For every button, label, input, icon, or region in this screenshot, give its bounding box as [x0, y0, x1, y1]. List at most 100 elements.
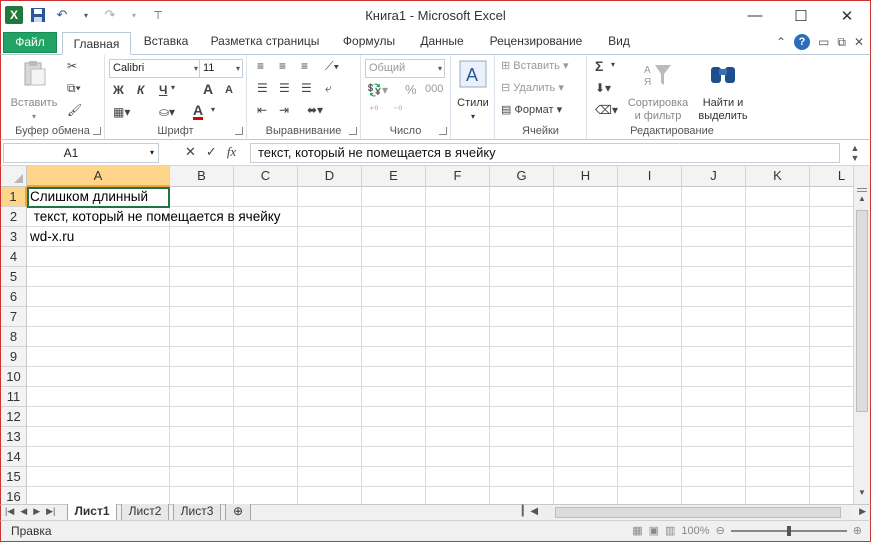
- wrap-text-icon[interactable]: ⤶: [325, 81, 332, 96]
- horizontal-scroll-thumb[interactable]: [555, 507, 841, 518]
- column-header-k[interactable]: K: [746, 166, 810, 187]
- fill-color-icon[interactable]: ⛀▾: [159, 105, 175, 119]
- tab-home[interactable]: Главная: [62, 32, 131, 55]
- percent-button[interactable]: %: [405, 82, 417, 97]
- row-header-6[interactable]: 6: [1, 287, 27, 307]
- maximize-button[interactable]: ☐: [778, 1, 824, 30]
- split-handle[interactable]: [857, 188, 867, 192]
- prev-sheet-icon[interactable]: ◀: [20, 506, 27, 517]
- column-header-f[interactable]: F: [426, 166, 490, 187]
- font-dialog-launcher-icon[interactable]: [235, 127, 243, 135]
- worksheet-grid[interactable]: ABCDEFGHIJKL 1 2 3 4 5 6 7 8 9 10 11 12 13 14 15 16 Сли…: [0, 166, 871, 504]
- select-all-button[interactable]: [1, 166, 27, 187]
- collapse-ribbon-icon[interactable]: ⌃: [776, 35, 786, 49]
- cell-a2[interactable]: текст, который не помещается в ячейку: [30, 208, 281, 226]
- scroll-down-icon[interactable]: ▼: [854, 488, 870, 502]
- column-header-d[interactable]: D: [298, 166, 362, 187]
- cancel-entry-icon[interactable]: ✕: [185, 144, 196, 160]
- merge-center-icon[interactable]: ⬌▾: [307, 103, 323, 117]
- decrease-indent-icon[interactable]: ⇤: [257, 103, 267, 117]
- zoom-in-icon[interactable]: ⊕: [853, 524, 862, 537]
- column-header-h[interactable]: H: [554, 166, 618, 187]
- cell-a1[interactable]: Слишком длинный: [30, 188, 148, 206]
- horizontal-scrollbar[interactable]: [541, 506, 853, 519]
- clear-icon[interactable]: ⌫▾: [595, 103, 618, 117]
- increase-indent-icon[interactable]: ⇥: [279, 103, 289, 117]
- align-top-icon[interactable]: ≡: [257, 59, 264, 73]
- minimize-button[interactable]: —: [732, 1, 778, 30]
- column-header-g[interactable]: G: [490, 166, 554, 187]
- sheet-tab-1[interactable]: Лист1: [67, 504, 117, 521]
- underline-dropdown-icon[interactable]: ▾: [171, 83, 175, 92]
- thousands-button[interactable]: 000: [425, 83, 443, 95]
- zoom-level[interactable]: 100%: [681, 525, 709, 537]
- number-dialog-launcher-icon[interactable]: [439, 127, 447, 135]
- delete-cells-button[interactable]: ⊟ Удалить ▾: [501, 81, 564, 94]
- italic-button[interactable]: К: [137, 83, 144, 97]
- last-sheet-icon[interactable]: ▶|: [46, 506, 55, 517]
- tab-formulas[interactable]: Формулы: [333, 30, 405, 54]
- align-bottom-icon[interactable]: ≡: [301, 59, 308, 73]
- alignment-dialog-launcher-icon[interactable]: [349, 127, 357, 135]
- row-header-8[interactable]: 8: [1, 327, 27, 347]
- tab-review[interactable]: Рецензирование: [479, 30, 593, 54]
- tab-data[interactable]: Данные: [409, 30, 475, 54]
- tab-page-layout[interactable]: Разметка страницы: [201, 30, 329, 54]
- row-header-12[interactable]: 12: [1, 407, 27, 427]
- row-header-14[interactable]: 14: [1, 447, 27, 467]
- normal-view-icon[interactable]: ▦: [632, 524, 642, 537]
- tab-file[interactable]: Файл: [3, 32, 57, 53]
- currency-icon[interactable]: 💱▾: [367, 83, 388, 97]
- find-select-button[interactable]: Найти и выделить: [691, 59, 755, 123]
- bold-button[interactable]: Ж: [113, 83, 124, 97]
- restore-window-icon[interactable]: ▭: [818, 35, 829, 49]
- first-sheet-icon[interactable]: |◀: [5, 506, 14, 517]
- zoom-slider[interactable]: [730, 525, 847, 536]
- row-header-5[interactable]: 5: [1, 267, 27, 287]
- help-icon[interactable]: ?: [794, 34, 811, 50]
- sheet-tab-2[interactable]: Лист2: [121, 504, 169, 521]
- fill-icon[interactable]: ⬇▾: [595, 81, 611, 95]
- number-format-select[interactable]: Общий ▾: [365, 59, 445, 78]
- row-header-10[interactable]: 10: [1, 367, 27, 387]
- font-color-button[interactable]: A: [193, 103, 204, 120]
- row-header-9[interactable]: 9: [1, 347, 27, 367]
- name-box[interactable]: A1 ▾: [3, 143, 159, 163]
- row-header-16[interactable]: 16: [1, 487, 27, 504]
- insert-function-button[interactable]: fx: [227, 144, 236, 160]
- column-header-e[interactable]: E: [362, 166, 426, 187]
- next-sheet-icon[interactable]: ▶: [33, 506, 40, 517]
- insert-cells-button[interactable]: ⊞ Вставить ▾: [501, 59, 569, 72]
- tab-insert[interactable]: Вставка: [135, 30, 197, 54]
- tab-view[interactable]: Вид: [597, 30, 641, 54]
- row-header-3[interactable]: 3: [1, 227, 27, 247]
- scroll-right-icon[interactable]: ▶: [859, 506, 866, 517]
- borders-icon[interactable]: ▦▾: [113, 105, 130, 119]
- vertical-scroll-thumb[interactable]: [856, 210, 868, 412]
- scroll-up-icon[interactable]: ▲: [854, 194, 870, 208]
- cell-a3[interactable]: wd-x.ru: [30, 228, 74, 246]
- column-header-i[interactable]: I: [618, 166, 682, 187]
- clipboard-dialog-launcher-icon[interactable]: [93, 127, 101, 135]
- expand-formula-bar-icon[interactable]: ▲ ▼: [842, 143, 868, 163]
- shrink-font-button[interactable]: A: [225, 84, 233, 96]
- styles-button[interactable]: A Стили ▾: [453, 59, 493, 123]
- autosum-button[interactable]: Σ: [595, 58, 603, 74]
- underline-button[interactable]: Ч: [159, 83, 167, 97]
- restore-down-icon[interactable]: ⧉: [837, 35, 846, 50]
- autosum-dropdown-icon[interactable]: ▾: [611, 60, 615, 69]
- grow-font-button[interactable]: A: [203, 81, 213, 97]
- increase-decimal-icon[interactable]: ⁺⁰: [369, 105, 378, 116]
- insert-sheet-icon[interactable]: ⊕: [225, 504, 251, 521]
- orientation-icon[interactable]: ⟋▾: [325, 59, 339, 74]
- align-right-icon[interactable]: ☰: [301, 81, 312, 95]
- font-color-dropdown-icon[interactable]: ▾: [211, 105, 215, 114]
- page-layout-view-icon[interactable]: ▣: [649, 524, 659, 537]
- align-center-icon[interactable]: ☰: [279, 81, 290, 95]
- tab-split-handle[interactable]: ▕▏◀: [515, 506, 538, 517]
- column-header-a[interactable]: A: [27, 166, 170, 187]
- align-left-icon[interactable]: ☰: [257, 81, 268, 95]
- column-header-b[interactable]: B: [170, 166, 234, 187]
- align-middle-icon[interactable]: ≡: [279, 59, 286, 73]
- row-header-13[interactable]: 13: [1, 427, 27, 447]
